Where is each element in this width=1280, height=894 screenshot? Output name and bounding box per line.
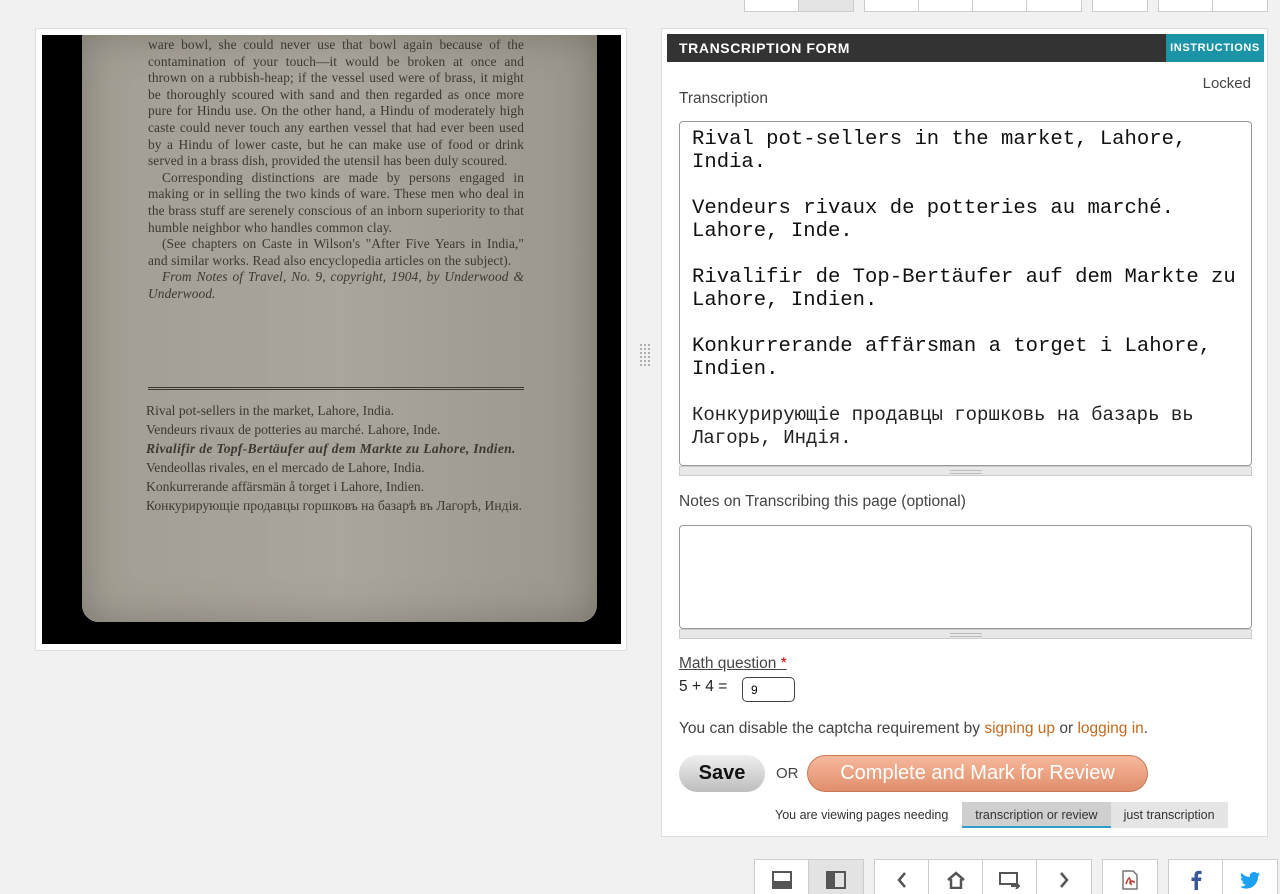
bottom-toolbar xyxy=(754,859,1278,894)
previous-icon xyxy=(896,872,906,888)
transcription-line: Конкурирующіе продавцы горшковь на базар… xyxy=(692,404,1194,449)
top-random-button[interactable] xyxy=(973,0,1027,11)
card-caption: Конкурирующіе продавцы горшковъ на базар… xyxy=(146,498,522,513)
transcription-textarea[interactable]: Rival pot-sellers in the market, Lahore,… xyxy=(679,121,1252,466)
notes-value xyxy=(680,526,1251,538)
instructions-button[interactable]: INSTRUCTIONS xyxy=(1166,34,1264,62)
page-filter-label: You are viewing pages needing xyxy=(775,808,949,822)
transcription-panel: TRANSCRIPTION FORM INSTRUCTIONS Locked T… xyxy=(661,28,1268,837)
page-image[interactable]: ware bowl, she could never use that bowl… xyxy=(42,35,621,644)
top-toolbar xyxy=(744,0,1268,12)
card-paragraph: (See chapters on Caste in Wilson's "Afte… xyxy=(148,236,524,268)
card-divider xyxy=(148,387,524,390)
required-mark: * xyxy=(780,655,787,672)
top-layout-group xyxy=(744,0,854,12)
facebook-button[interactable] xyxy=(1169,860,1223,894)
top-layout-horizontal-button[interactable] xyxy=(745,0,799,11)
notes-resize-grip[interactable] xyxy=(679,629,1252,639)
filter-transcription-or-review[interactable]: transcription or review xyxy=(962,802,1111,828)
layout-group xyxy=(754,859,864,894)
or-separator: OR xyxy=(776,765,799,782)
twitter-icon xyxy=(1240,871,1260,889)
twitter-button[interactable] xyxy=(1223,860,1277,894)
pdf-icon xyxy=(1122,870,1138,890)
card-caption: Vendeollas rivales, en el mercado de Lah… xyxy=(146,460,425,475)
transcription-line: Rivalifir de Top-Bertäufer auf dem Markt… xyxy=(692,266,1236,312)
save-button[interactable]: Save xyxy=(679,755,765,792)
transcription-line: Rival pot-sellers in the market, Lahore,… xyxy=(692,128,1187,174)
pdf-button[interactable] xyxy=(1103,860,1157,894)
random-page-button[interactable] xyxy=(983,860,1037,894)
page-image-viewer[interactable]: ware bowl, she could never use that bowl… xyxy=(35,28,627,651)
top-previous-button[interactable] xyxy=(865,0,919,11)
stereograph-card: ware bowl, she could never use that bowl… xyxy=(82,35,597,622)
card-caption: Vendeurs rivaux de potteries au marché. … xyxy=(146,422,441,437)
notes-textarea[interactable] xyxy=(679,525,1252,629)
nav-group xyxy=(874,859,1092,894)
math-question-label: Math question * xyxy=(679,655,787,673)
share-group xyxy=(1168,859,1278,894)
home-icon xyxy=(946,871,965,889)
card-caption: Rivalifir de Topf-Bertäufer auf dem Mark… xyxy=(146,441,516,456)
next-button[interactable] xyxy=(1037,860,1091,894)
card-paragraph: Corresponding distinctions are made by p… xyxy=(148,169,524,235)
previous-button[interactable] xyxy=(875,860,929,894)
home-button[interactable] xyxy=(929,860,983,894)
layout-vertical-button[interactable] xyxy=(809,860,863,894)
captcha-note: You can disable the captcha requirement … xyxy=(679,720,1148,738)
transcription-line: Konkurrerande affärsman a torget i Lahor… xyxy=(692,335,1212,381)
top-pdf-button[interactable] xyxy=(1093,0,1147,11)
top-home-button[interactable] xyxy=(919,0,973,11)
notes-label: Notes on Transcribing this page (optiona… xyxy=(679,493,966,510)
lock-status: Locked xyxy=(1202,75,1251,92)
card-captions: Rival pot-sellers in the market, Lahore,… xyxy=(146,403,526,517)
facebook-icon xyxy=(1191,870,1202,890)
top-nav-group xyxy=(864,0,1082,12)
transcription-line: Vendeurs rivaux de potteries au marché. … xyxy=(692,197,1174,243)
card-paragraph: ware bowl, she could never use that bowl… xyxy=(148,37,524,169)
layout-horizontal-icon xyxy=(771,871,792,889)
panel-resize-handle[interactable] xyxy=(639,343,651,367)
complete-review-button[interactable]: Complete and Mark for Review xyxy=(807,755,1148,792)
captcha-text: You can disable the captcha requirement … xyxy=(679,720,981,737)
login-link[interactable]: logging in xyxy=(1077,720,1143,737)
page-filter: You are viewing pages needing transcript… xyxy=(775,802,1228,828)
layout-vertical-icon xyxy=(826,871,846,889)
random-page-icon xyxy=(998,872,1020,889)
card-credit: From Notes of Travel, No. 9, copyright, … xyxy=(148,269,524,301)
captcha-or: or xyxy=(1059,720,1074,737)
math-answer-input[interactable] xyxy=(742,677,795,702)
form-title: TRANSCRIPTION FORM xyxy=(679,40,851,56)
captcha-period: . xyxy=(1143,720,1149,737)
top-layout-vertical-button[interactable] xyxy=(799,0,853,11)
form-header: TRANSCRIPTION FORM INSTRUCTIONS xyxy=(667,34,1264,62)
filter-just-transcription[interactable]: just transcription xyxy=(1110,802,1228,828)
transcription-label: Transcription xyxy=(679,90,769,107)
transcription-resize-grip[interactable] xyxy=(679,466,1252,476)
next-icon xyxy=(1060,872,1069,888)
pdf-group xyxy=(1102,859,1158,894)
top-pdf-group xyxy=(1092,0,1148,12)
card-caption: Konkurrerande affärsmän å torget i Lahor… xyxy=(146,479,425,494)
math-label-text: Math question xyxy=(679,655,777,672)
top-share-group xyxy=(1158,0,1268,12)
math-question-text: 5 + 4 = xyxy=(679,678,728,695)
layout-horizontal-button[interactable] xyxy=(755,860,809,894)
top-next-button[interactable] xyxy=(1027,0,1081,11)
signup-link[interactable]: signing up xyxy=(984,720,1055,737)
card-caption: Rival pot-sellers in the market, Lahore,… xyxy=(146,403,395,418)
top-facebook-button[interactable] xyxy=(1159,0,1213,11)
card-body-text: ware bowl, she could never use that bowl… xyxy=(148,37,524,303)
top-twitter-button[interactable] xyxy=(1213,0,1267,11)
